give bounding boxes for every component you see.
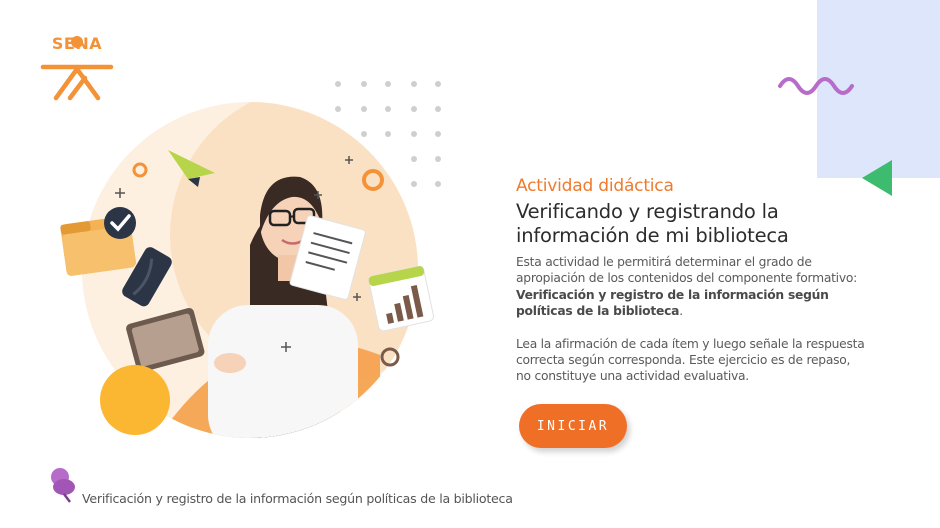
intro-bold: Verificación y registro de la informació… (516, 287, 829, 319)
squiggle-decoration (778, 77, 854, 95)
intro-end: . (679, 304, 683, 319)
sena-logo-icon (40, 36, 114, 101)
sena-logo: SENA (40, 34, 114, 104)
activity-title: Verificando y registrando la información… (516, 200, 789, 247)
hero-illustration (60, 102, 434, 438)
chart-icon (368, 265, 434, 332)
activity-instructions: Lea la afirmación de cada ítem y luego s… (516, 336, 865, 384)
activity-kicker: Actividad didáctica (516, 176, 674, 196)
check-icon (104, 207, 136, 239)
pin-icon (51, 468, 75, 503)
start-button[interactable]: INICIAR (519, 404, 627, 448)
intro-text: Esta actividad le permitirá determinar e… (516, 255, 858, 286)
activity-intro: Esta actividad le permitirá determinar e… (516, 254, 866, 320)
activity-content: Actividad didáctica Verificando y regist… (516, 176, 866, 385)
footer-text: Verificación y registro de la informació… (82, 491, 513, 506)
